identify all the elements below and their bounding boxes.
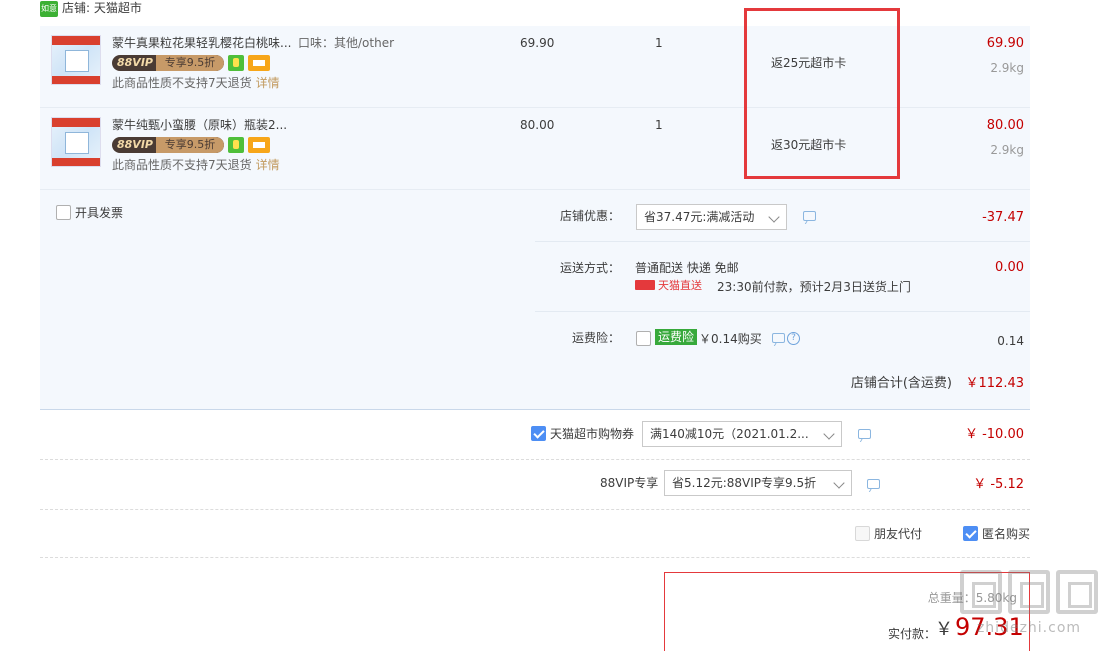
paid-amount: ￥97.31 [935,613,1024,641]
vip-badge-label: 88VIP [117,138,153,151]
paid-label: 实付款： [888,627,937,641]
return-policy-note: 此商品性质不支持7天退货 详情 [112,76,280,90]
vip-badge-label: 88VIP [117,56,153,69]
shipping-method: 普通配送 快递 免邮 [635,261,739,275]
tmall-direct-tag: 天猫直送 [635,279,702,293]
vip-discount-badge: 88VIP 专享9.5折 [112,55,224,71]
payment-box: 总重量：5.80kg 实付款： ￥97.31 [664,572,1030,651]
card-icon [248,137,270,153]
pay-options-row: 朋友代付 匿名购买 [40,510,1030,558]
card-icon [248,55,270,71]
vip-discount-badge: 88VIP 专享9.5折 [112,137,224,153]
anonymous-option[interactable]: 匿名购买 [963,526,1030,542]
vip-badge-rate: 专享9.5折 [156,137,224,153]
vip-discount-amount: ￥ -5.12 [973,477,1024,492]
store-total-label: 店铺合计(含运费) [850,376,952,391]
friend-pay-option[interactable]: 朋友代付 [855,526,922,542]
highlight-frame [744,8,900,179]
product-thumbnail[interactable] [51,117,101,167]
shop-name[interactable]: 店铺: 天猫超市 [62,0,142,16]
tmall-cat-icon [635,280,655,290]
shipping-amount: 0.00 [995,260,1024,275]
store-total-value: ￥112.43 [965,376,1025,391]
store-total-row: 店铺合计(含运费) ￥112.43 [40,358,1030,410]
message-icon[interactable] [858,429,871,439]
shipping-label: 运送方式： [560,261,621,275]
coupon-label: 天猫超市购物券 [550,427,635,441]
product-title[interactable]: 蒙牛纯甄小蛮腰（原味）瓶装2... [112,117,287,133]
total-weight: 总重量：5.80kg [927,591,1017,605]
message-icon[interactable] [803,211,816,221]
insurance-checkbox[interactable] [636,331,651,346]
friend-pay-checkbox[interactable] [855,526,870,541]
shop-icon: 如意 [40,1,58,17]
insurance-amount: 0.14 [997,334,1024,348]
vip-badge-rate: 专享9.5折 [156,55,224,71]
guarantee-icon [228,55,244,71]
anonymous-label: 匿名购买 [982,527,1031,541]
invoice-option[interactable]: 开具发票 [56,205,123,221]
coupon-select[interactable]: 满140减10元（2021.01.2... [642,421,842,447]
item-total: 80.00 [986,118,1024,133]
item-total: 69.90 [986,36,1024,51]
insurance-price: ￥0.14购买 [699,332,762,346]
quantity: 1 [655,118,663,132]
invoice-checkbox[interactable] [56,205,71,220]
coupon-checkbox[interactable] [531,426,546,441]
vip-discount-select[interactable]: 省5.12元:88VIP专享9.5折 [664,470,852,496]
delivery-eta: 23:30前付款，预计2月3日送货上门 [717,280,911,294]
shop-discount-label: 店铺优惠： [560,209,621,223]
shop-discount-amount: -37.47 [982,210,1024,225]
guarantee-icon [228,137,244,153]
message-icon[interactable] [772,333,785,343]
insurance-label: 运费险： [572,331,621,345]
item-weight: 2.9kg [990,61,1024,75]
return-policy-detail-link[interactable]: 详情 [256,158,280,172]
coupon-amount: ￥ -10.00 [964,427,1024,442]
vip-discount-row: 88VIP专享 省5.12元:88VIP专享9.5折 ￥ -5.12 [40,460,1030,510]
vip-discount-label: 88VIP专享 [600,476,659,490]
message-icon[interactable] [867,479,880,489]
chevron-down-icon [768,211,780,223]
order-summary-panel: 开具发票 店铺优惠： 省37.47元:满减活动 -37.47 运送方式： 普通配… [40,190,1030,358]
shipping-row: 运送方式： 普通配送 快递 免邮 天猫直送 23:30前付款，预计2月3日送货上… [535,242,1030,312]
anonymous-checkbox[interactable] [963,526,978,541]
unit-price: 69.90 [520,36,555,50]
product-thumbnail[interactable] [51,35,101,85]
insurance-tag: 运费险 [655,329,698,345]
insurance-row: 运费险： 运费险 ￥0.14购买 ? 0.14 [535,312,1030,358]
quantity: 1 [655,36,663,50]
unit-price: 80.00 [520,118,555,132]
coupon-row: 天猫超市购物券 满140减10元（2021.01.2... ￥ -10.00 [40,410,1030,460]
help-icon[interactable]: ? [787,332,800,345]
shop-discount-select[interactable]: 省37.47元:满减活动 [636,204,787,230]
product-title[interactable]: 蒙牛真果粒花果轻乳樱花白桃味... [112,35,291,51]
friend-pay-label: 朋友代付 [874,527,923,541]
return-policy-note: 此商品性质不支持7天退货 详情 [112,158,280,172]
shop-discount-row: 店铺优惠： 省37.47元:满减活动 -37.47 [535,190,1030,242]
invoice-label: 开具发票 [75,206,124,220]
watermark-logo-icon [1056,570,1098,614]
chevron-down-icon [833,477,845,489]
product-spec: 口味：其他/other [298,36,395,50]
return-policy-detail-link[interactable]: 详情 [256,76,280,90]
coupon-option[interactable]: 天猫超市购物券 [531,426,634,442]
chevron-down-icon [823,428,835,440]
item-weight: 2.9kg [990,143,1024,157]
